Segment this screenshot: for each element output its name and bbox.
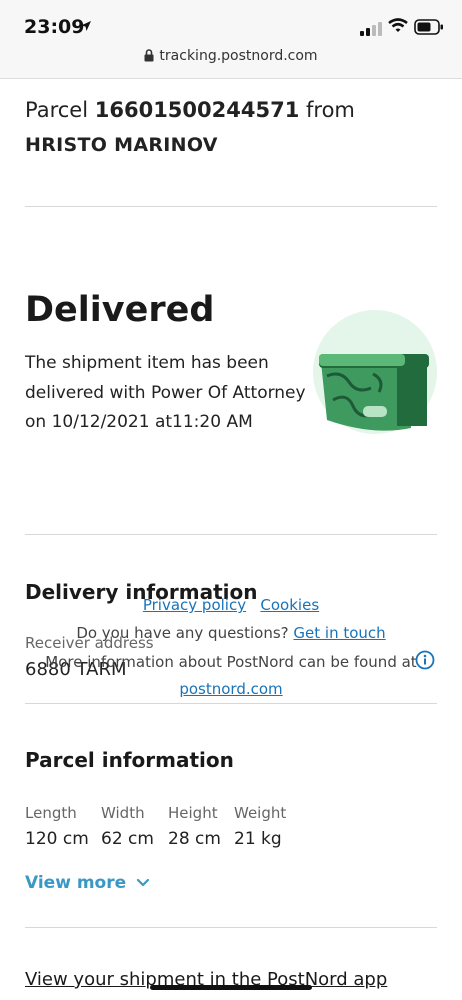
delivery-status-title: Delivered (25, 290, 215, 330)
height-value: 28 cm (168, 829, 221, 849)
divider (25, 206, 437, 207)
sender-name: HRISTO MARINOV (25, 134, 218, 156)
weight-label: Weight (234, 804, 287, 822)
url-bar[interactable]: tracking.postnord.com (0, 48, 462, 64)
location-arrow-icon (81, 21, 91, 31)
parcel-prefix: Parcel (25, 98, 89, 122)
cellular-signal-icon (360, 22, 382, 36)
width-label: Width (101, 804, 145, 822)
question-text: Do you have any questions? (76, 624, 289, 642)
postnord-site-link[interactable]: postnord.com (179, 680, 282, 698)
home-indicator (150, 985, 312, 990)
cookies-link[interactable]: Cookies (260, 596, 319, 614)
divider (25, 534, 437, 535)
delivered-box-illustration (313, 310, 437, 434)
divider (25, 703, 437, 704)
more-info-text: More information about PostNord can be f… (45, 653, 417, 671)
footer-links: Privacy policy Cookies (0, 596, 462, 614)
delivery-status-description: The shipment item has been delivered wit… (25, 353, 306, 432)
footer-site-line: postnord.com (0, 680, 462, 698)
view-more-button[interactable]: View more (25, 873, 126, 893)
height-label: Height (168, 804, 218, 822)
battery-icon (414, 19, 443, 35)
parcel-from: from (306, 98, 355, 122)
status-time: 23:09 (24, 16, 85, 38)
wifi-icon (388, 18, 408, 32)
get-in-touch-link[interactable]: Get in touch (293, 624, 385, 642)
width-value: 62 cm (101, 829, 154, 849)
info-icon[interactable] (415, 650, 435, 670)
url-text: tracking.postnord.com (159, 48, 318, 64)
divider (25, 927, 437, 928)
footer-question: Do you have any questions? Get in touch (0, 624, 462, 642)
privacy-policy-link[interactable]: Privacy policy (143, 596, 246, 614)
weight-value: 21 kg (234, 829, 282, 849)
browser-chrome: 23:09 tracking.postnord.com (0, 0, 462, 79)
length-label: Length (25, 804, 77, 822)
parcel-title: Parcel 16601500244571 from (25, 96, 437, 124)
lock-icon (144, 49, 154, 62)
chevron-down-icon[interactable] (136, 878, 150, 888)
parcel-info-heading: Parcel information (25, 748, 234, 772)
parcel-number: 16601500244571 (94, 98, 300, 122)
length-value: 120 cm (25, 829, 89, 849)
